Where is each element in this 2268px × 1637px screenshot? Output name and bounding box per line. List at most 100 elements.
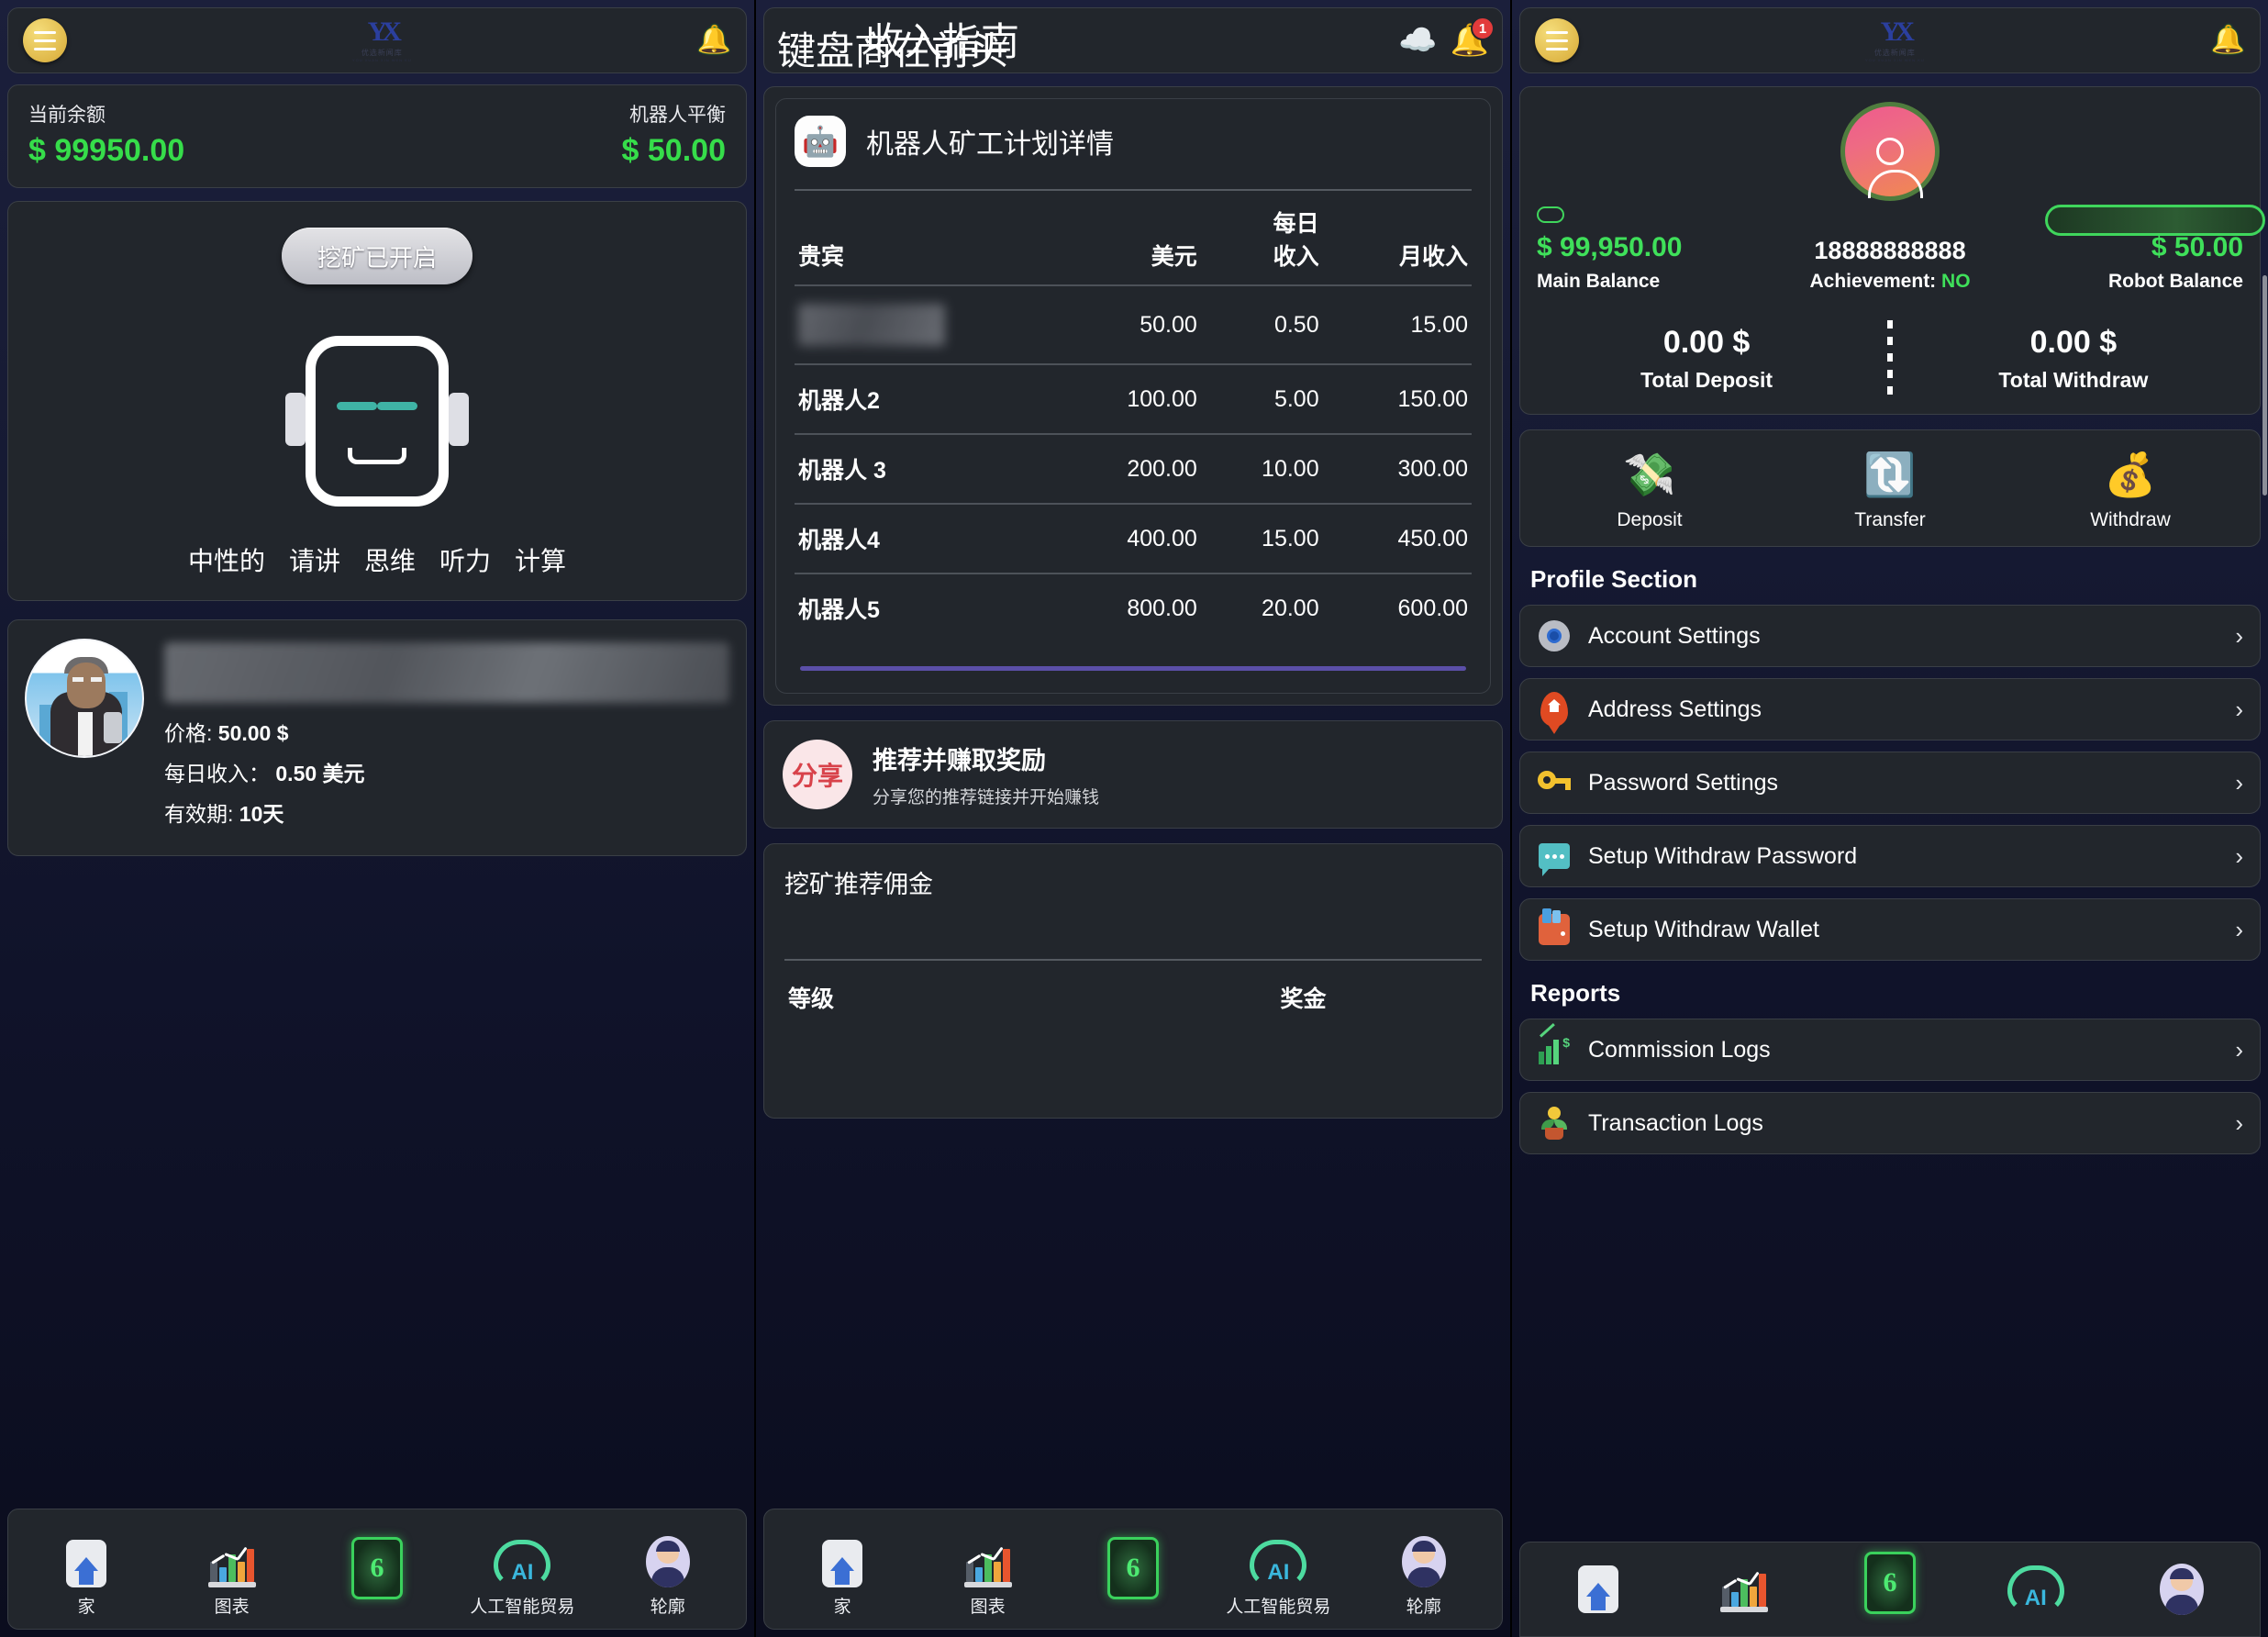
product-validity-value: 10天: [239, 802, 284, 826]
logo-subtitle-2: YOU XUAN XIN WEN KU: [1864, 58, 1925, 62]
bottom-navigation: 家 图表 6 A: [7, 1509, 747, 1630]
menu-item-account-settings[interactable]: Account Settings ›: [1519, 605, 2261, 667]
table-row[interactable]: 机器人5 800.00 20.00 600.00: [795, 573, 1472, 642]
row-monthly: 600.00: [1322, 573, 1472, 642]
row-usd: 800.00: [1065, 573, 1201, 642]
nav-item-profile[interactable]: 轮廓: [599, 1536, 737, 1618]
product-price-label: 价格:: [164, 721, 213, 745]
nav-item-mining[interactable]: 6: [308, 1537, 446, 1605]
logo-subtitle: 优选新闻库: [361, 49, 403, 57]
profile-avatar-icon: [645, 1536, 690, 1587]
referral-card[interactable]: 分享 推荐并赚取奖励 分享您的推荐链接并开始赚钱: [763, 720, 1503, 829]
action-deposit[interactable]: 💸 Deposit: [1541, 449, 1758, 531]
nav-item-ai-trade[interactable]: AI 人工智能贸易: [1209, 1540, 1347, 1618]
app-header: YX 优选新闻库 YOU XUAN XIN WEN KU 🔔: [1519, 7, 2261, 73]
menu-item-setup-withdraw-password[interactable]: Setup Withdraw Password ›: [1519, 825, 2261, 887]
logo-subtitle-2: YOU XUAN XIN WEN KU: [351, 58, 412, 62]
nav-item-ai-trade[interactable]: AI 人工智能贸易: [1966, 1565, 2105, 1613]
menu-item-password-settings[interactable]: Password Settings ›: [1519, 752, 2261, 814]
col-usd: 美元: [1151, 244, 1197, 270]
row-usd: 400.00: [1065, 503, 1201, 574]
row-monthly: 450.00: [1322, 503, 1472, 574]
stats-divider: [1886, 320, 1893, 397]
table-row[interactable]: 机器人 3 200.00 10.00 300.00: [795, 433, 1472, 504]
main-balance-block: $ 99,950.00 Main Balance: [1537, 206, 1748, 293]
bell-icon[interactable]: 🔔 1: [1451, 17, 1495, 59]
nav-item-chart[interactable]: 图表: [162, 1542, 300, 1618]
col-daily-line1: 每日: [1273, 211, 1319, 237]
col-daily-income: 每日 收入: [1201, 191, 1323, 285]
nav-item-chart[interactable]: 图表: [1675, 1566, 1814, 1612]
menu-item-transaction-logs[interactable]: Transaction Logs ›: [1519, 1092, 2261, 1154]
logo-mark: YX: [367, 17, 402, 47]
row-name: 机器人4: [795, 503, 1066, 574]
chevron-right-icon: ›: [2235, 915, 2243, 943]
nav-item-profile[interactable]: 轮廓: [2112, 1564, 2251, 1615]
menu-label: Account Settings: [1588, 622, 1761, 649]
nav-label: 家: [77, 1598, 95, 1617]
nav-item-mining[interactable]: 6: [1821, 1552, 1960, 1614]
home-icon: [1578, 1565, 1619, 1613]
robot-eye-right: [377, 402, 417, 410]
robot-mouth: [348, 448, 406, 464]
table-row[interactable]: 50.00 0.50 15.00: [795, 284, 1472, 364]
plan-card: 🤖 机器人矿工计划详情 贵宾 美元 每日 收入 月收入 50.00 0.50 1…: [775, 98, 1491, 694]
horizontal-scrollbar[interactable]: [800, 666, 1466, 671]
table-row[interactable]: 机器人2 100.00 5.00 150.00: [795, 363, 1472, 434]
nav-item-chart[interactable]: 图表: [918, 1542, 1056, 1618]
nav-item-profile[interactable]: 轮廓: [1355, 1536, 1493, 1618]
ai-cloud-icon: AI: [1250, 1540, 1307, 1587]
user-avatar-icon[interactable]: [1840, 102, 1940, 201]
action-withdraw[interactable]: 💰 Withdraw: [2022, 449, 2239, 531]
nav-item-mining[interactable]: 6: [1064, 1537, 1202, 1605]
nav-item-ai-trade[interactable]: AI 人工智能贸易: [453, 1540, 591, 1618]
chat-dots-icon: [1537, 839, 1572, 876]
app-logo: YX 优选新闻库 YOU XUAN XIN WEN KU: [1864, 18, 1925, 63]
nav-item-home[interactable]: 家: [1529, 1565, 1668, 1613]
mining-toggle-button[interactable]: 挖矿已开启: [282, 228, 472, 284]
robot-tag: 中性的: [187, 547, 265, 575]
nav-label: 人工智能贸易: [470, 1598, 575, 1617]
robot-face-container: [19, 325, 735, 518]
reports-section-title: Reports: [1530, 979, 1621, 1007]
achievement-status: Achievement: NO: [1752, 271, 2028, 293]
bar-chart-icon: [207, 1542, 256, 1587]
menu-item-commission-logs[interactable]: $ Commission Logs ›: [1519, 1019, 2261, 1081]
row-usd: 50.00: [1065, 284, 1201, 364]
nav-label: 轮廓: [1406, 1598, 1441, 1617]
product-card[interactable]: 价格: 50.00 $ 每日收入： 0.50 美元 有效期: 10天: [7, 619, 747, 856]
commission-title: 挖矿推荐佣金: [784, 871, 933, 898]
action-label: Transfer: [1854, 509, 1926, 530]
row-monthly: 300.00: [1322, 433, 1472, 504]
action-transfer[interactable]: 🔃 Transfer: [1782, 449, 1998, 531]
chevron-right-icon: ›: [2235, 841, 2243, 870]
robot-balance-label: Robot Balance: [2107, 271, 2243, 292]
product-daily-value: 0.50 美元: [275, 762, 365, 785]
menu-label: Commission Logs: [1588, 1036, 1771, 1063]
plan-card-outer: 🤖 机器人矿工计划详情 贵宾 美元 每日 收入 月收入 50.00 0.50 1…: [763, 86, 1503, 706]
total-deposit-label: Total Deposit: [1640, 368, 1773, 392]
vertical-scrollbar[interactable]: [2262, 275, 2267, 496]
mining-chip-icon: 6: [1863, 1552, 1916, 1614]
nav-item-home[interactable]: 家: [773, 1540, 911, 1618]
profile-section-title: Profile Section: [1530, 565, 1698, 593]
table-row[interactable]: 机器人4 400.00 15.00 450.00: [795, 503, 1472, 574]
menu-item-address-settings[interactable]: Address Settings ›: [1519, 678, 2261, 741]
hamburger-menu-icon[interactable]: [23, 18, 67, 62]
product-info: 价格: 50.00 $ 每日收入： 0.50 美元 有效期: 10天: [164, 639, 729, 837]
product-price-row: 价格: 50.00 $: [164, 716, 729, 747]
bell-icon[interactable]: 🔔: [697, 27, 731, 54]
row-daily: 0.50: [1200, 284, 1323, 364]
cloud-icon[interactable]: ☁️: [1398, 22, 1437, 59]
bell-icon[interactable]: 🔔: [2211, 27, 2245, 54]
hamburger-menu-icon[interactable]: [1535, 18, 1579, 62]
menu-item-setup-withdraw-wallet[interactable]: Setup Withdraw Wallet ›: [1519, 898, 2261, 961]
nav-item-home[interactable]: 家: [17, 1540, 155, 1618]
table-header-row: 贵宾 美元 每日 收入 月收入: [795, 191, 1472, 285]
withdraw-arrow-icon: 💰: [2104, 451, 2157, 498]
robot-balance-label: 机器人平衡: [629, 105, 726, 126]
robot-tag: 思维: [363, 547, 416, 575]
robot-ear-right: [449, 393, 469, 446]
profile-avatar-icon: [2159, 1564, 2204, 1615]
robot-balance-value: $ 50.00: [621, 133, 726, 168]
